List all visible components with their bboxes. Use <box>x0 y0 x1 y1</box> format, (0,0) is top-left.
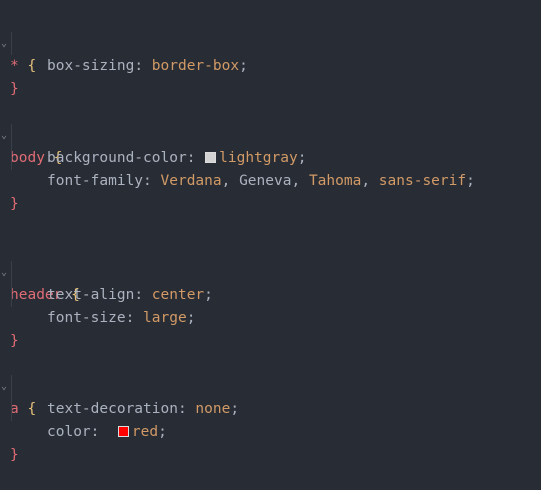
code-line[interactable]: } <box>0 307 35 349</box>
code-line[interactable]: ⌄ body { <box>0 101 62 166</box>
css-property: text-decoration <box>47 401 178 417</box>
code-line[interactable]: } <box>0 421 35 463</box>
code-line[interactable]: background-color: lightgray; <box>0 124 306 166</box>
close-brace: } <box>10 81 19 97</box>
code-line[interactable]: box-sizing: border-box; <box>0 32 248 74</box>
css-value: red <box>131 424 159 440</box>
css-value: large <box>143 310 187 326</box>
code-line[interactable]: color: red; <box>0 398 167 440</box>
code-line[interactable]: ⌄ * { <box>0 9 36 74</box>
css-value: lightgray <box>219 150 298 166</box>
css-property: font-size <box>47 310 126 326</box>
css-property: color <box>47 424 91 440</box>
code-line[interactable]: ⌄ a { <box>0 352 36 417</box>
css-property: box-sizing <box>47 58 135 74</box>
color-swatch-lightgray[interactable] <box>205 152 217 163</box>
close-brace: } <box>10 196 19 212</box>
css-property: font-family <box>47 173 144 189</box>
close-brace: } <box>10 333 19 349</box>
code-line[interactable]: font-family: Verdana, Geneva, Tahoma, sa… <box>0 147 475 189</box>
css-value: Geneva <box>239 173 292 189</box>
code-line[interactable]: } <box>0 55 35 97</box>
css-value: none <box>195 401 231 417</box>
code-line[interactable]: font-size: large; <box>0 284 195 326</box>
css-value: center <box>151 287 205 303</box>
code-line[interactable]: text-decoration: none; <box>0 375 239 417</box>
color-swatch-red[interactable] <box>117 426 129 437</box>
code-editor[interactable]: ⌄ * { box-sizing: border-box; } ⌄ body {… <box>0 0 541 463</box>
css-value: Verdana <box>160 173 222 189</box>
code-line[interactable]: } <box>0 170 35 212</box>
css-value: border-box <box>151 58 240 74</box>
css-property: background-color <box>47 150 187 166</box>
css-value: Tahoma <box>308 173 362 189</box>
css-value: sans-serif <box>378 173 467 189</box>
close-brace: } <box>10 447 19 463</box>
css-property: text-align <box>47 287 135 303</box>
code-line[interactable]: text-align: center; <box>0 261 213 303</box>
code-line[interactable]: ⌄ header { <box>0 238 80 303</box>
